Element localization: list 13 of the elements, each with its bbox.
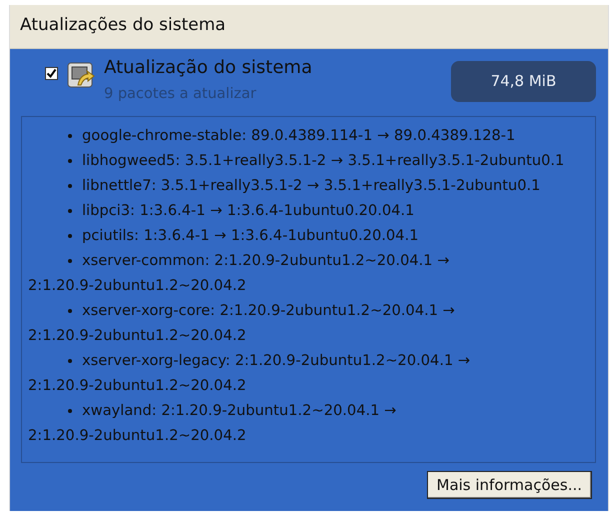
package-count: 9 pacotes a atualizar xyxy=(104,85,258,104)
update-icon xyxy=(66,60,96,90)
download-size: 74,8 MiB xyxy=(451,60,596,102)
package-entry: libpci3: 1:3.6.4-1 → 1:3.6.4-1ubuntu0.20.04.1 xyxy=(28,198,589,223)
update-title: Atualização do sistema xyxy=(104,56,314,78)
package-entry: libnettle7: 3.5.1+really3.5.1-2 → 3.5.1+really3.5.1-2ubuntu0.1 xyxy=(28,172,589,198)
package-entry: libhogweed5: 3.5.1+really3.5.1-2 → 3.5.1+really3.5.1-2ubuntu0.1 xyxy=(28,148,589,173)
more-info-button[interactable]: Mais informações... xyxy=(426,470,592,500)
section-title: Atualizações do sistema xyxy=(10,5,608,48)
package-entry: google-chrome-stable: 89.0.4389.114-1 → 89.0.4389.128-1 xyxy=(28,122,589,148)
package-entry: pciutils: 1:3.6.4-1 → 1:3.6.4-1ubuntu0.20.04.1 xyxy=(28,222,589,248)
checkbox[interactable] xyxy=(45,66,58,80)
package-entry: xwayland: 2:1.20.9-2ubuntu1.2~20.04.1 → 2:1.20.9-2ubuntu1.2~20.04.2 xyxy=(28,398,589,448)
